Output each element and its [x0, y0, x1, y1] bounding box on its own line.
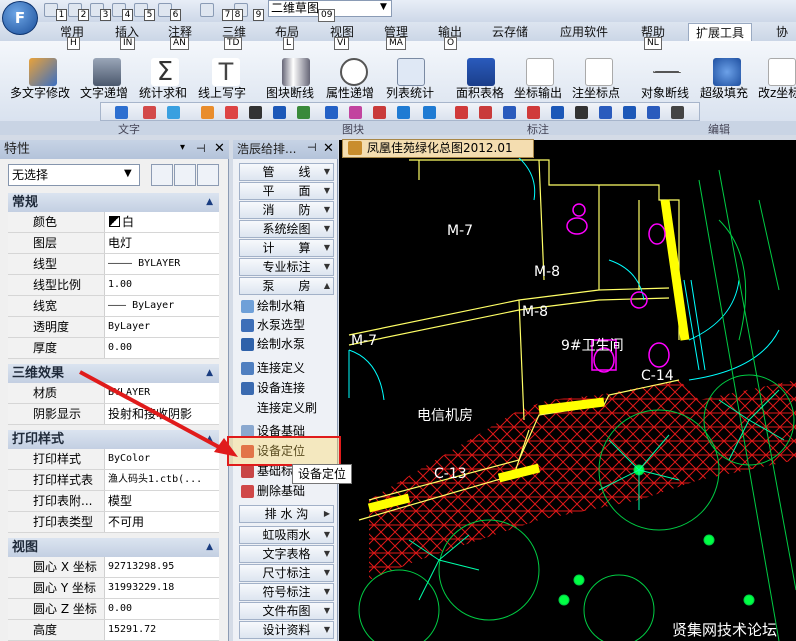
- annotation-arrow: [79, 370, 238, 457]
